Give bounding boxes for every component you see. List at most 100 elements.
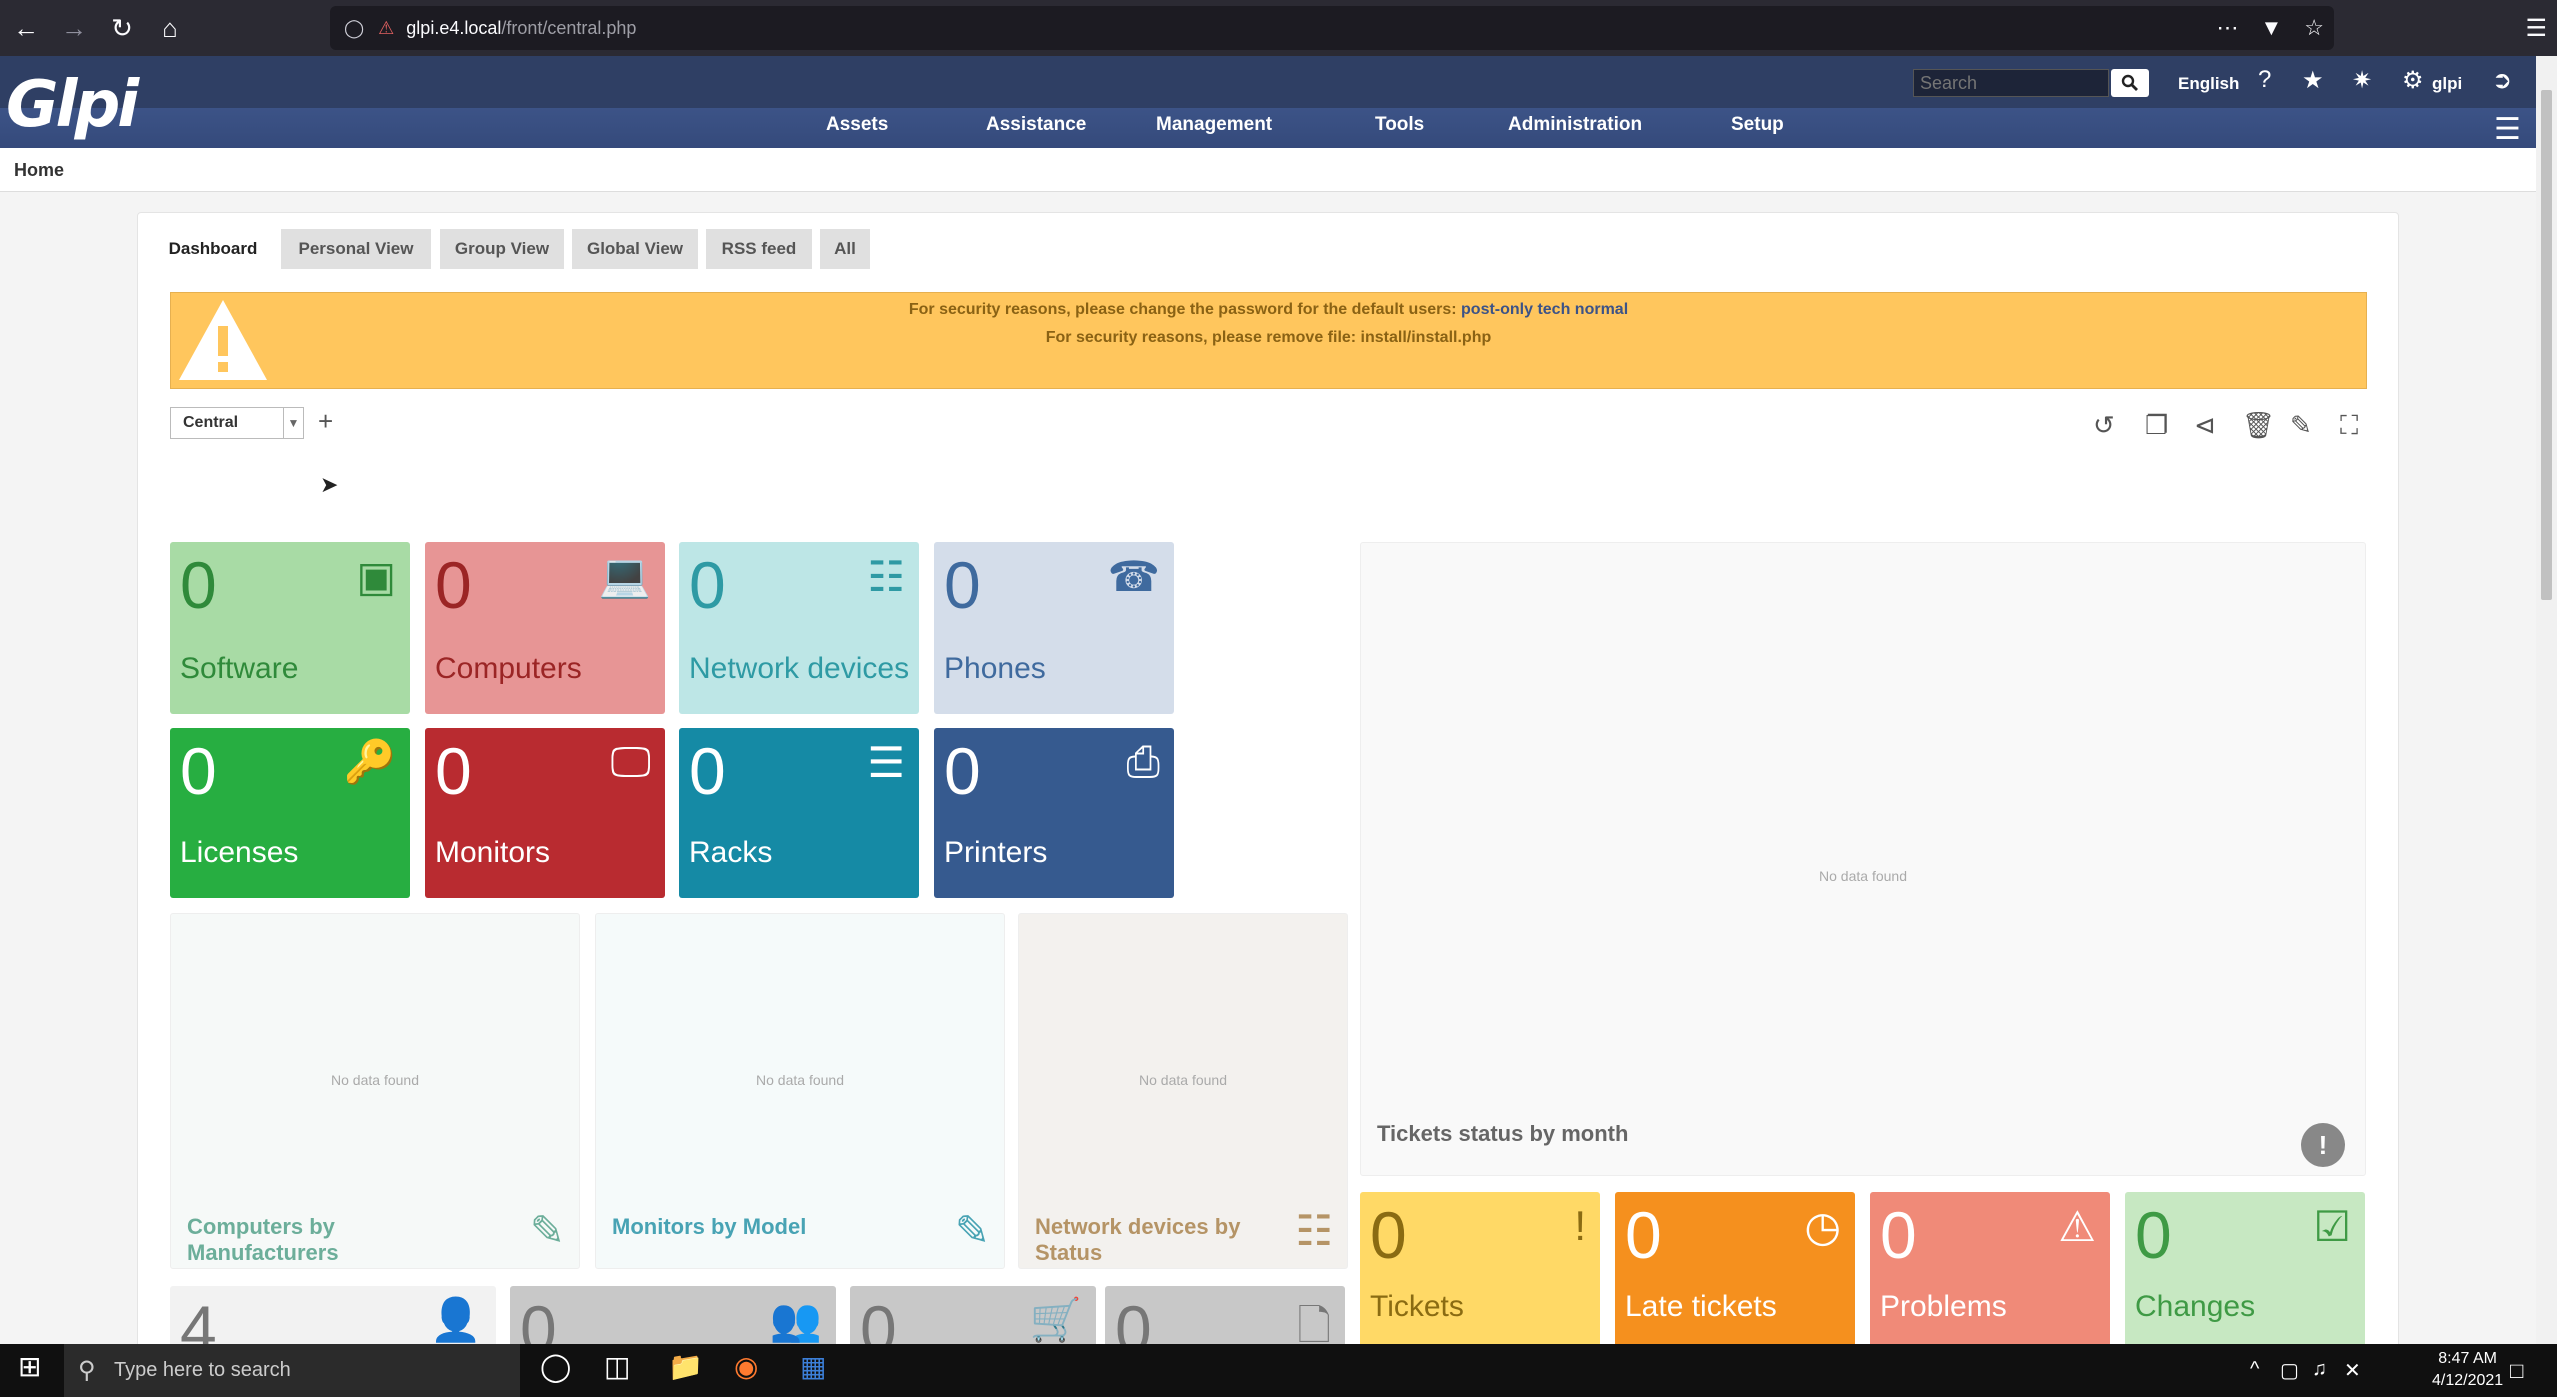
tab-all[interactable]: All bbox=[820, 229, 870, 269]
tab-global-view[interactable]: Global View bbox=[572, 229, 698, 269]
tab-personal-view[interactable]: Personal View bbox=[281, 229, 431, 269]
network-icon: ☷ bbox=[1295, 1207, 1333, 1254]
clone-icon[interactable]: ❐ bbox=[2145, 410, 2168, 441]
taskbar-clock[interactable]: 8:47 AM 4/12/2021 bbox=[2432, 1348, 2503, 1392]
glpi-logo[interactable]: Glpi bbox=[6, 68, 139, 142]
volume-icon[interactable]: ♫ bbox=[2312, 1358, 2327, 1381]
chart-title: Monitors by Model bbox=[612, 1214, 807, 1239]
tray-chevron-icon[interactable]: ^ bbox=[2250, 1358, 2259, 1381]
shield-icon[interactable]: ◯ bbox=[344, 18, 364, 39]
card-count: 0 bbox=[689, 548, 726, 622]
menu-administration[interactable]: Administration bbox=[1508, 114, 1642, 136]
menu-setup[interactable]: Setup bbox=[1731, 114, 1784, 136]
bug-icon[interactable]: ✷ bbox=[2352, 66, 2372, 95]
ticket-card-problems[interactable]: 0 Problems ⚠ bbox=[1870, 1192, 2110, 1352]
breadcrumb-bar bbox=[0, 148, 2536, 192]
search-input[interactable] bbox=[1913, 69, 2109, 97]
printer-icon: ⎙ bbox=[1126, 738, 1160, 785]
no-data-label: No data found bbox=[1819, 868, 1907, 884]
tab-rss-feed[interactable]: RSS feed bbox=[706, 229, 812, 269]
user-name[interactable]: glpi bbox=[2432, 69, 2462, 99]
notification-icon[interactable]: □ bbox=[2510, 1358, 2523, 1384]
file-explorer-icon[interactable]: 📁 bbox=[668, 1350, 703, 1383]
url-bar[interactable]: ◯ ⚠ glpi.e4.local/front/central.php ⋯ ▼ … bbox=[330, 6, 2334, 50]
key-icon: 🔑 bbox=[343, 738, 396, 785]
monitor-icon: 🖵 bbox=[610, 738, 652, 785]
breadcrumb[interactable]: Home bbox=[14, 160, 64, 181]
search-button[interactable] bbox=[2111, 69, 2149, 97]
count-card-software[interactable]: 0 Software ▣ bbox=[170, 542, 410, 714]
more-icon[interactable]: ⋯ bbox=[2216, 15, 2238, 41]
language-selector[interactable]: English bbox=[2178, 69, 2239, 99]
speaker-muted-icon[interactable]: ✕ bbox=[2344, 1358, 2361, 1383]
share-icon[interactable]: ⊲ bbox=[2194, 410, 2216, 441]
menu-assets[interactable]: Assets bbox=[826, 114, 888, 136]
powershell-icon[interactable]: ▦ bbox=[800, 1350, 826, 1383]
card-count: 0 bbox=[689, 734, 726, 808]
trash-icon[interactable]: 🗑 bbox=[2242, 410, 2275, 441]
count-card-computers[interactable]: 0 Computers 💻 bbox=[425, 542, 665, 714]
no-data-label: No data found bbox=[331, 1072, 419, 1088]
search-icon: ⚲ bbox=[78, 1357, 96, 1384]
lock-icon[interactable]: ⚠ bbox=[378, 18, 394, 39]
cortana-icon[interactable]: ◯ bbox=[540, 1350, 571, 1383]
edit-icon[interactable]: ✎ bbox=[2290, 410, 2312, 441]
reload-icon[interactable]: ↻ bbox=[100, 6, 144, 50]
card-count: 0 bbox=[435, 734, 472, 808]
forward-icon[interactable]: → bbox=[52, 6, 96, 50]
menu-toggle-icon[interactable]: ☰ bbox=[2494, 112, 2521, 147]
pocket-icon[interactable]: ▼ bbox=[2260, 15, 2282, 41]
count-card-phones[interactable]: 0 Phones ☎ bbox=[934, 542, 1174, 714]
network-tray-icon[interactable]: ▢ bbox=[2280, 1358, 2299, 1383]
count-card-network-devices[interactable]: 0 Network devices ☷ bbox=[679, 542, 919, 714]
ticket-card-changes[interactable]: 0 Changes ☑ bbox=[2125, 1192, 2365, 1352]
menu-assistance[interactable]: Assistance bbox=[986, 114, 1086, 136]
dashboard-select[interactable]: Central ▼ bbox=[170, 407, 304, 439]
fullscreen-icon[interactable]: ⛶ bbox=[2340, 410, 2358, 442]
clock-icon: ◷ bbox=[1804, 1203, 1841, 1250]
tickets-status-chart: No data found Tickets status by month ! bbox=[1360, 542, 2366, 1176]
star-icon[interactable]: ★ bbox=[2302, 66, 2324, 95]
default-users-link[interactable]: post-only tech normal bbox=[1461, 301, 1628, 318]
tab-group-view[interactable]: Group View bbox=[440, 229, 564, 269]
card-count: 0 bbox=[180, 734, 217, 808]
clipboard-check-icon: ☑ bbox=[2313, 1203, 2351, 1250]
task-view-icon[interactable]: ◫ bbox=[604, 1350, 630, 1383]
edit-icon: ✎ bbox=[529, 1207, 565, 1254]
menu-management[interactable]: Management bbox=[1156, 114, 1272, 136]
menu-tools[interactable]: Tools bbox=[1375, 114, 1424, 136]
home-icon[interactable]: ⌂ bbox=[148, 6, 192, 50]
card-count: 0 bbox=[180, 548, 217, 622]
logout-icon[interactable]: ➲ bbox=[2492, 66, 2512, 95]
history-icon[interactable]: ↺ bbox=[2093, 410, 2115, 441]
alert-line-2: For security reasons, please remove file… bbox=[1045, 329, 1492, 346]
count-card-licenses[interactable]: 0 Licenses 🔑 bbox=[170, 728, 410, 898]
ticket-card-late-tickets[interactable]: 0 Late tickets ◷ bbox=[1615, 1192, 1855, 1352]
firefox-icon[interactable]: ◉ bbox=[734, 1350, 758, 1383]
search-icon bbox=[2121, 74, 2138, 91]
tab-dashboard[interactable]: Dashboard bbox=[160, 229, 266, 269]
windows-start-icon[interactable]: ⊞ bbox=[18, 1350, 41, 1383]
gear-icon[interactable]: ⚙ bbox=[2402, 66, 2424, 95]
alert-line-1: For security reasons, please change the … bbox=[908, 301, 1629, 318]
taskbar-search[interactable]: Type here to search bbox=[64, 1344, 520, 1397]
count-card-printers[interactable]: 0 Printers ⎙ bbox=[934, 728, 1174, 898]
network-icon: ☷ bbox=[867, 553, 905, 600]
card-count: 0 bbox=[2135, 1198, 2172, 1272]
card-label: Printers bbox=[944, 836, 1048, 869]
ticket-card-tickets[interactable]: 0 Tickets! bbox=[1360, 1192, 1600, 1352]
cart-icon: 🛒 bbox=[1029, 1296, 1082, 1343]
phone-icon: ☎ bbox=[1107, 553, 1160, 600]
count-card-monitors[interactable]: 0 Monitors 🖵 bbox=[425, 728, 665, 898]
add-dashboard-icon[interactable]: + bbox=[318, 406, 333, 437]
chart-network-devices-by-status: No data found Network devices by Status ☷ bbox=[1018, 913, 1348, 1269]
chart-computers-by-manufacturers: No data found Computers by Manufacturers ✎ bbox=[170, 913, 580, 1269]
count-card-racks[interactable]: 0 Racks ☰ bbox=[679, 728, 919, 898]
scrollbar-thumb[interactable] bbox=[2541, 90, 2552, 600]
url-text[interactable]: glpi.e4.local/front/central.php bbox=[406, 18, 636, 39]
card-count: 0 bbox=[1625, 1198, 1662, 1272]
help-icon[interactable]: ? bbox=[2258, 66, 2271, 94]
browser-menu-icon[interactable]: ☰ bbox=[2525, 6, 2547, 50]
back-icon[interactable]: ← bbox=[4, 6, 48, 50]
bookmark-star-icon[interactable]: ☆ bbox=[2304, 15, 2324, 41]
